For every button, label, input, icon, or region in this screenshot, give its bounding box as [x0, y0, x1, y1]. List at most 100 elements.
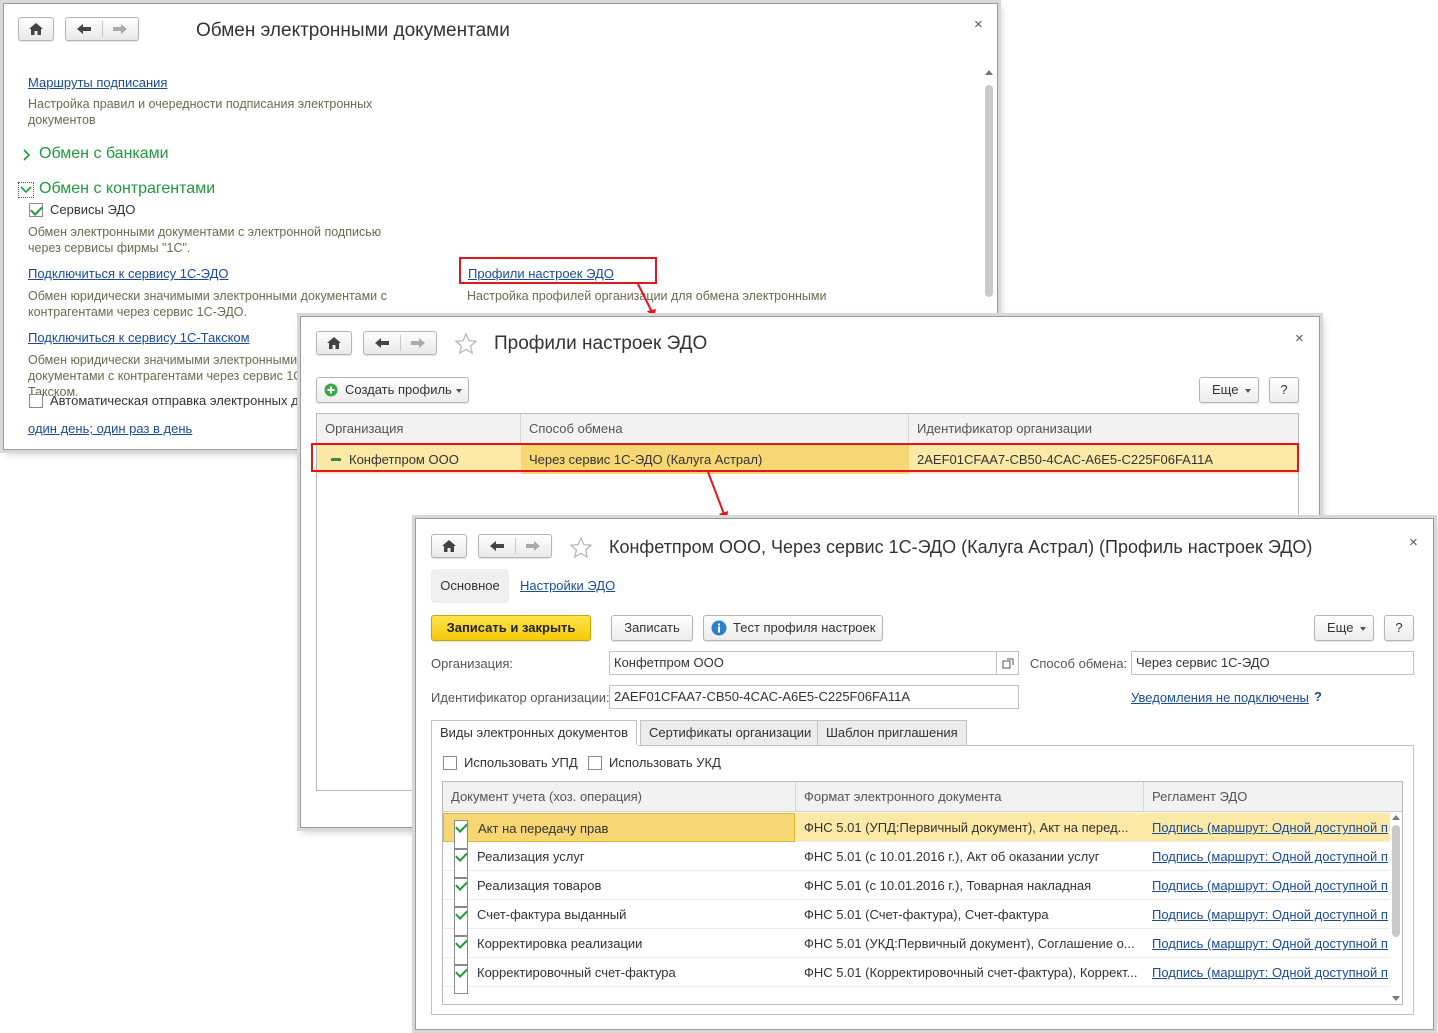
table-row[interactable]: Реализация товаров ФНС 5.01 (с 10.01.2016… — [443, 871, 1390, 907]
tab-edo-settings[interactable]: Настройки ЭДО — [520, 578, 615, 593]
arrow-right-icon — [411, 338, 425, 348]
create-profile-button[interactable]: Создать профиль — [316, 377, 469, 403]
scroll-up-icon[interactable] — [1392, 815, 1400, 820]
scroll-down-icon[interactable] — [1392, 996, 1400, 1001]
schedule-link[interactable]: один день; один раз в день — [28, 421, 192, 436]
forward-button[interactable] — [103, 18, 139, 40]
highlight-profile-row — [311, 443, 1299, 472]
org-id-field[interactable]: 2AEF01CFAA7-CB50-4CAC-A6E5-C225F06FA11A — [609, 685, 1019, 709]
org-id-value: 2AEF01CFAA7-CB50-4CAC-A6E5-C225F06FA11A — [614, 689, 911, 704]
forward-button[interactable] — [401, 332, 437, 354]
more-button[interactable]: Еще — [1314, 615, 1374, 641]
close-icon[interactable]: × — [1295, 330, 1304, 347]
use-upd-label: Использовать УПД — [464, 755, 578, 770]
doc-cell: Счет-фактура выданный — [477, 907, 627, 922]
star-icon[interactable] — [454, 332, 478, 356]
tab-main-label: Основное — [440, 578, 500, 593]
table-row[interactable]: Корректировка реализации ФНС 5.01 (УКД:Пе… — [443, 929, 1390, 965]
scroll-thumb[interactable] — [985, 85, 993, 297]
history-nav — [65, 17, 139, 41]
back-button[interactable] — [479, 535, 515, 557]
scroll-thumb[interactable] — [1392, 825, 1400, 937]
table-row[interactable]: Акт на передачу прав ФНС 5.01 (УПД:Первич… — [443, 813, 1390, 849]
table-row[interactable]: Корректировочный счет-фактура ФНС 5.01 (К… — [443, 958, 1390, 994]
column-header[interactable]: Идентификатор организации — [909, 414, 1298, 444]
auto-send-checkbox[interactable] — [29, 394, 43, 408]
back-button[interactable] — [66, 18, 102, 40]
organization-field[interactable]: Конфетпром ООО — [609, 651, 997, 675]
highlight-profiles-link — [459, 257, 657, 284]
history-nav — [478, 534, 552, 558]
dropdown-caret-icon — [1245, 389, 1251, 393]
home-icon — [442, 540, 456, 552]
use-ukd-checkbox[interactable] — [588, 756, 602, 770]
column-header[interactable]: Способ обмена — [521, 414, 909, 444]
close-icon[interactable]: × — [974, 16, 983, 33]
back-button[interactable] — [364, 332, 400, 354]
organization-label: Организация: — [431, 656, 514, 671]
contractors-group-label: Обмен с контрагентами — [39, 180, 216, 197]
tab-invitation-template[interactable]: Шаблон приглашения — [817, 720, 967, 746]
doc-cell: Корректировочный счет-фактура — [477, 965, 676, 980]
home-button[interactable] — [18, 17, 54, 41]
edo-services-checkbox[interactable] — [29, 203, 43, 217]
routes-link[interactable]: Маршруты подписания — [28, 75, 167, 90]
organization-value: Конфетпром ООО — [614, 655, 724, 670]
doc-cell: Реализация товаров — [477, 878, 602, 893]
row-checkbox[interactable] — [454, 965, 468, 994]
tab-main[interactable]: Основное — [431, 569, 509, 603]
open-icon[interactable] — [997, 651, 1019, 675]
home-button[interactable] — [316, 331, 352, 355]
tab-org-certificates[interactable]: Сертификаты организации — [640, 720, 821, 746]
arrow-right-icon — [113, 24, 127, 34]
routes-note: Настройка правил и очередности подписани… — [28, 97, 373, 127]
tab-document-types[interactable]: Виды электронных документов — [431, 720, 637, 746]
save-button[interactable]: Записать — [611, 615, 693, 641]
regulation-link[interactable]: Подпись (маршрут: Одной доступной п — [1144, 871, 1390, 900]
test-profile-label: Тест профиля настроек — [733, 620, 876, 635]
regulation-link[interactable]: Подпись (маршрут: Одной доступной п — [1144, 842, 1390, 871]
help-button[interactable]: ? — [1384, 615, 1414, 641]
regulation-link[interactable]: Подпись (маршрут: Одной доступной п — [1144, 929, 1390, 958]
column-header[interactable]: Организация — [317, 414, 521, 444]
star-icon[interactable] — [569, 536, 593, 560]
connect-1c-edo-link[interactable]: Подключиться к сервису 1С-ЭДО — [28, 266, 228, 281]
column-header[interactable]: Регламент ЭДО — [1144, 782, 1392, 812]
arrow-left-icon — [375, 338, 389, 348]
save-and-close-button[interactable]: Записать и закрыть — [431, 615, 591, 641]
connect-taxcom-link[interactable]: Подключиться к сервису 1С-Такском — [28, 330, 250, 345]
close-icon[interactable]: × — [1409, 534, 1418, 551]
home-icon — [29, 23, 43, 35]
help-button[interactable]: ? — [1269, 377, 1299, 403]
test-profile-button[interactable]: Тест профиля настроек — [703, 615, 883, 641]
format-cell: ФНС 5.01 (с 10.01.2016 г.), Акт об оказа… — [804, 849, 1100, 864]
create-profile-label: Создать профиль — [345, 382, 452, 397]
regulation-link[interactable]: Подпись (маршрут: Одной доступной п — [1144, 813, 1390, 842]
table-row[interactable]: Счет-фактура выданный ФНС 5.01 (Счет-факт… — [443, 900, 1390, 936]
format-cell: ФНС 5.01 (УКД:Первичный документ), Согла… — [804, 936, 1135, 951]
scrollbar[interactable] — [983, 68, 995, 318]
notifications-link[interactable]: Уведомления не подключены — [1131, 690, 1309, 705]
regulation-link[interactable]: Подпись (маршрут: Одной доступной п — [1144, 900, 1390, 929]
scrollbar[interactable] — [1390, 813, 1402, 1004]
regulation-link[interactable]: Подпись (маршрут: Одной доступной п — [1144, 958, 1390, 987]
arrow-left-icon — [77, 24, 91, 34]
banks-group-label: Обмен с банками — [39, 145, 169, 162]
scroll-up-icon[interactable] — [985, 70, 993, 75]
table-row[interactable]: Реализация услуг ФНС 5.01 (с 10.01.2016 г… — [443, 842, 1390, 878]
notifications-help-icon[interactable]: ? — [1314, 689, 1322, 704]
column-header[interactable]: Формат электронного документа — [796, 782, 1144, 812]
more-button[interactable]: Еще — [1199, 377, 1259, 403]
exchange-method-value: Через сервис 1С-ЭДО — [1136, 655, 1270, 670]
doc-cell: Корректировка реализации — [477, 936, 643, 951]
more-label: Еще — [1327, 620, 1354, 635]
format-cell: ФНС 5.01 (Корректировочный счет-фактура)… — [804, 965, 1138, 980]
more-label: Еще — [1212, 382, 1239, 397]
exchange-method-field[interactable]: Через сервис 1С-ЭДО — [1131, 651, 1414, 675]
edo-services-note: Обмен электронными документами с электро… — [28, 225, 382, 255]
home-button[interactable] — [431, 534, 467, 558]
home-icon — [327, 337, 341, 349]
use-upd-checkbox[interactable] — [443, 756, 457, 770]
forward-button[interactable] — [516, 535, 552, 557]
column-header[interactable]: Документ учета (хоз. операция) — [443, 782, 796, 812]
